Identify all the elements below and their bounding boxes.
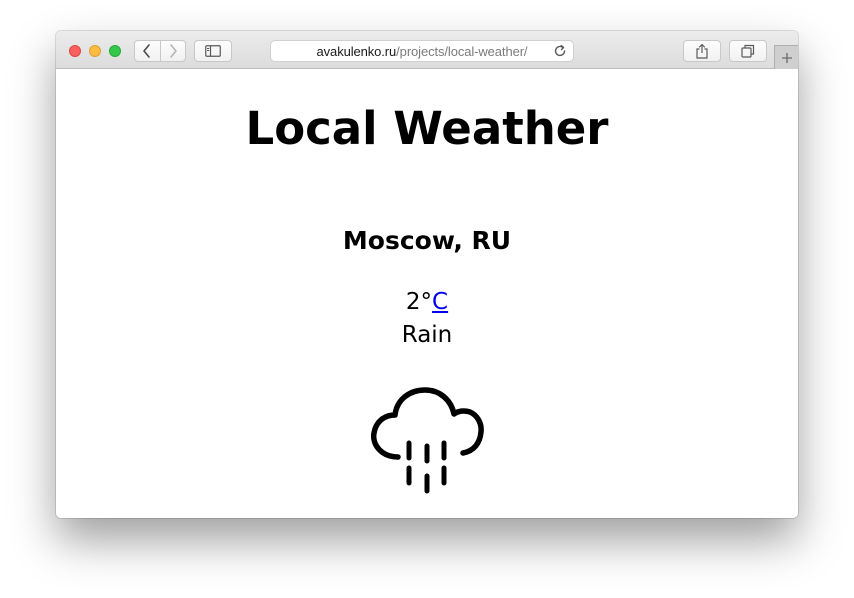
minimize-window-button[interactable] bbox=[89, 45, 101, 57]
forward-button[interactable] bbox=[159, 41, 186, 61]
reload-button[interactable] bbox=[553, 44, 567, 61]
address-bar[interactable]: avakulenko.ru/projects/local-weather/ bbox=[270, 40, 574, 62]
sidebar-button[interactable] bbox=[194, 40, 232, 62]
share-icon bbox=[696, 43, 708, 59]
reload-icon bbox=[554, 44, 566, 57]
page-title: Local Weather bbox=[245, 102, 609, 155]
tabs-overview-button[interactable] bbox=[729, 40, 767, 62]
chevron-right-icon bbox=[169, 44, 177, 58]
chevron-left-icon bbox=[143, 44, 151, 58]
navigation-buttons bbox=[134, 40, 186, 62]
back-button[interactable] bbox=[135, 41, 160, 61]
browser-window: avakulenko.ru/projects/local-weather/ Lo… bbox=[56, 31, 798, 518]
close-window-button[interactable] bbox=[69, 45, 81, 57]
page-content: Local Weather Moscow, RU 2°C Rain bbox=[56, 69, 798, 518]
weather-condition: Rain bbox=[401, 322, 453, 348]
zoom-window-button[interactable] bbox=[109, 45, 121, 57]
temperature-unit-toggle[interactable]: C bbox=[432, 289, 448, 315]
tabs-overview-icon bbox=[741, 44, 755, 58]
sidebar-icon bbox=[205, 45, 221, 57]
temperature-value: 2° bbox=[405, 289, 433, 315]
plus-icon bbox=[781, 52, 792, 63]
url-host: avakulenko.ru bbox=[316, 43, 397, 59]
share-button[interactable] bbox=[683, 40, 721, 62]
url-path: /projects/local-weather/ bbox=[396, 43, 528, 59]
rain-cloud-icon bbox=[370, 387, 484, 494]
temperature-line: 2°C bbox=[56, 288, 798, 316]
location-heading: Moscow, RU bbox=[342, 226, 512, 255]
new-tab-button[interactable] bbox=[774, 45, 798, 69]
browser-toolbar: avakulenko.ru/projects/local-weather/ bbox=[56, 31, 798, 69]
